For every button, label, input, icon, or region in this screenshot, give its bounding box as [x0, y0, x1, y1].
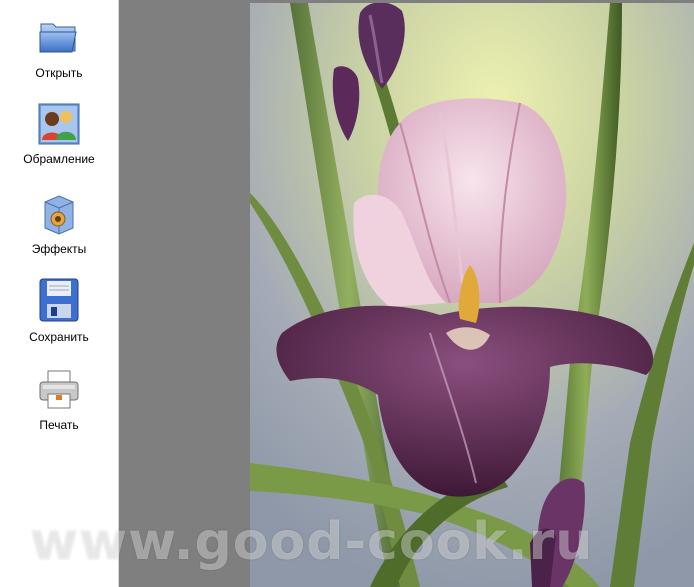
effects-box-icon	[44, 195, 74, 235]
floppy-disk-icon	[39, 278, 79, 322]
open-label: Открыть	[35, 66, 83, 80]
people-icon	[38, 103, 80, 145]
print-button[interactable]: Печать	[0, 368, 118, 448]
save-label: Сохранить	[29, 330, 89, 344]
effects-button[interactable]: Эффекты	[0, 192, 118, 272]
open-button[interactable]: Открыть	[0, 14, 118, 94]
save-button[interactable]: Сохранить	[0, 278, 118, 358]
frame-label: Обрамление	[23, 152, 95, 166]
printer-icon	[39, 370, 79, 409]
print-label: Печать	[39, 418, 79, 432]
frame-button[interactable]: Обрамление	[0, 102, 118, 182]
iris-painting	[250, 3, 694, 587]
effects-label: Эффекты	[31, 242, 87, 256]
folder-icon	[39, 23, 77, 53]
toolbar-sidebar: Открыть Обрамление Эффекты Сохранить Печ…	[0, 0, 119, 587]
